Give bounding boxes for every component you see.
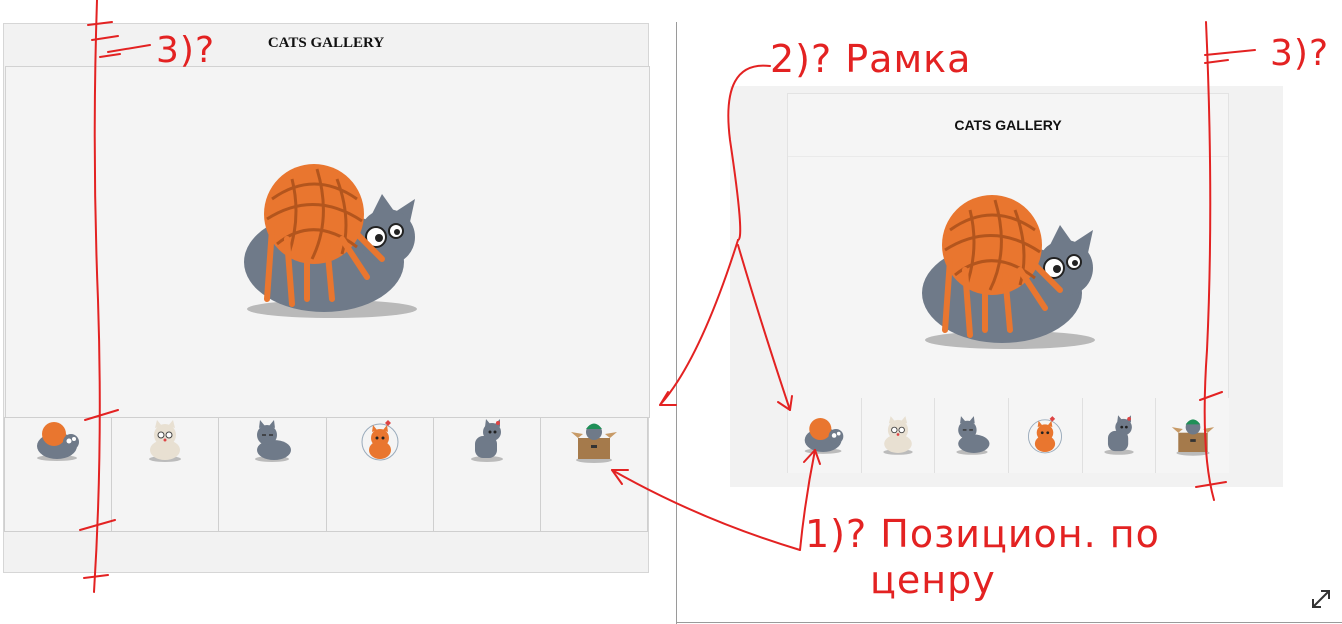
left-thumbnail-5[interactable] [432,417,541,532]
cat-cream-glasses-thumb [149,420,182,462]
right-title-divider [788,156,1228,157]
annotation-center-note-line2: ценру [870,558,996,602]
cat-gray-sitting-thumb [470,419,503,462]
left-thumbnail-1[interactable] [4,417,113,532]
right-thumbnail-3[interactable] [934,398,1009,473]
expand-icon[interactable] [1308,586,1334,612]
right-thumbnail-strip [788,398,1230,473]
cat-yarn-ball-thumb [37,422,80,461]
left-main-image-frame [5,66,650,418]
cat-orange-bubble-thumb [1028,416,1063,454]
cat-orange-bubble-thumb [361,420,399,461]
right-thumbnail-2[interactable] [860,398,935,473]
cat-gray-sitting-thumb [1104,415,1134,455]
right-thumbnail-4[interactable] [1008,398,1082,473]
right-main-cat-image [922,195,1095,349]
cat-sleepy-gray-thumb [255,420,292,462]
right-gallery-title: CATS GALLERY [954,117,1062,133]
right-window-bottom-border [676,622,1342,623]
cat-box-frog-hat-thumb [1171,419,1214,456]
right-thumbnail-6[interactable] [1155,398,1230,473]
cat-yarn-ball-thumb [805,417,844,454]
right-thumbnail-1[interactable] [788,398,861,473]
cat-box-frog-hat-thumb [570,423,617,463]
cat-cream-glasses-thumb [883,416,913,455]
cat-sleepy-gray-thumb [956,416,990,455]
left-main-cat-image [244,164,417,318]
left-thumbnail-3[interactable] [218,417,327,532]
annotation-right-question: 3)? [1270,33,1330,74]
left-thumbnail-4[interactable] [325,417,434,532]
left-thumbnail-strip [4,417,649,532]
left-thumbnail-2[interactable] [111,417,220,532]
annotation-center-note-line1: 1)? Позицион. по [805,512,1160,556]
left-thumbnail-6[interactable] [539,417,649,532]
right-thumbnail-5[interactable] [1081,398,1156,473]
left-gallery-title: CATS GALLERY [267,35,385,51]
annotation-left-question: 3)? [156,30,216,71]
annotation-frame-note: 2)? Рамка [770,37,972,81]
right-window-border [676,22,677,624]
